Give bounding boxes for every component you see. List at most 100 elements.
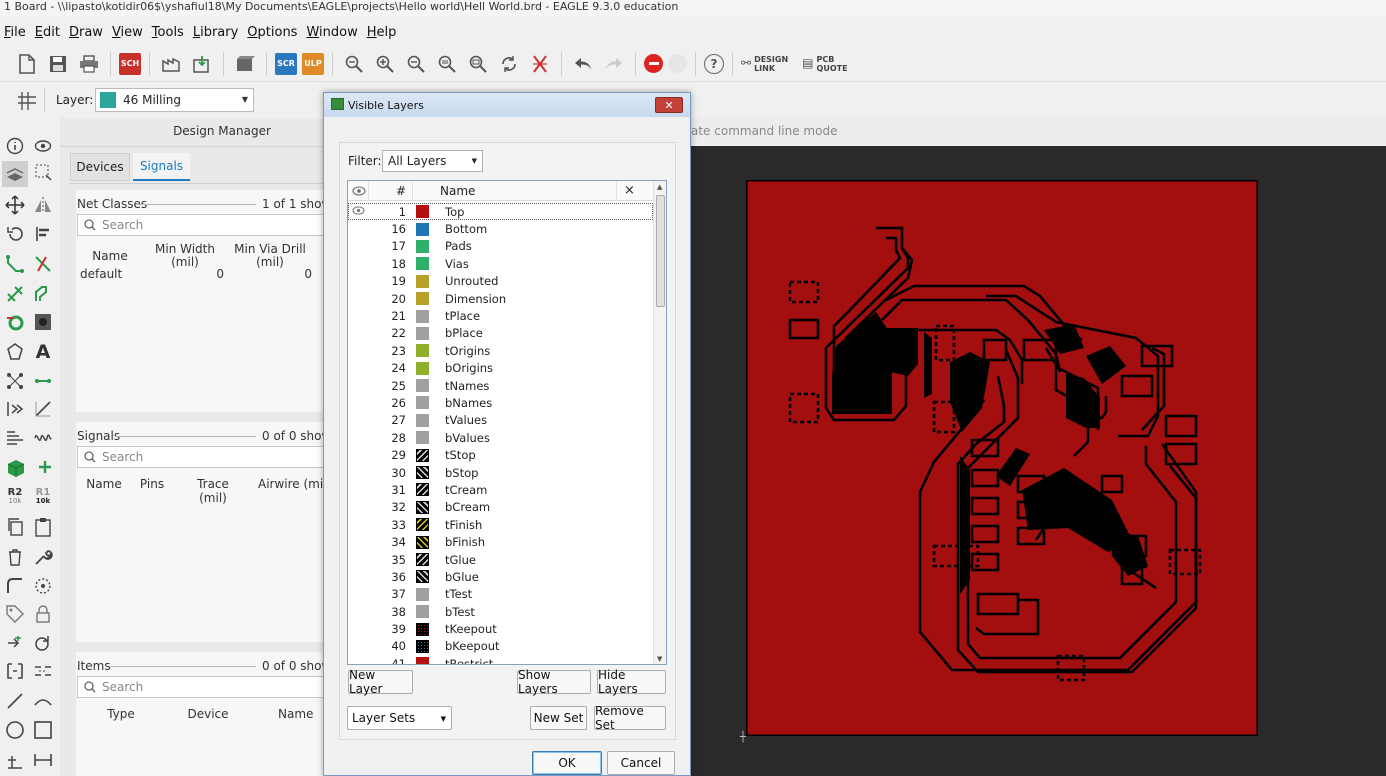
layer-row[interactable]: 41 tRestrict — [348, 655, 653, 664]
line-icon[interactable] — [32, 398, 54, 420]
net-classes-search[interactable]: Search — [77, 214, 324, 236]
new-set-button[interactable]: New Set — [530, 706, 587, 730]
replace-icon[interactable] — [32, 632, 54, 654]
tab-devices[interactable]: Devices — [70, 153, 130, 181]
column-header-trace[interactable]: Trace (mil) — [182, 477, 244, 505]
optimize-icon[interactable] — [4, 632, 26, 654]
tag-icon[interactable] — [4, 603, 26, 625]
save-icon[interactable] — [45, 51, 71, 77]
layer-color-swatch[interactable] — [416, 396, 429, 410]
dimension-icon[interactable] — [32, 660, 54, 682]
layer-color-swatch[interactable] — [416, 518, 429, 532]
menu-edit[interactable]: Edit — [31, 25, 65, 40]
layer-color-swatch[interactable] — [416, 205, 429, 219]
cam-processor-icon[interactable] — [158, 51, 184, 77]
layer-color-swatch[interactable] — [416, 466, 429, 480]
layer-color-swatch[interactable] — [416, 222, 429, 236]
arc-icon[interactable] — [32, 690, 54, 712]
column-header-pins[interactable]: Pins — [138, 477, 166, 491]
new-file-icon[interactable] — [14, 51, 40, 77]
split-icon[interactable] — [32, 575, 54, 597]
group-icon[interactable] — [4, 660, 26, 682]
scroll-up-icon[interactable]: ▲ — [657, 183, 662, 191]
stop-icon[interactable] — [644, 54, 663, 73]
draw-line-icon[interactable] — [4, 690, 26, 712]
column-header-delete[interactable]: × — [624, 183, 635, 198]
manufacturing-icon[interactable] — [189, 51, 215, 77]
delete-icon[interactable] — [4, 546, 26, 568]
meander-icon[interactable] — [32, 283, 54, 305]
add-part-icon[interactable] — [4, 456, 26, 478]
layer-row[interactable]: 20 Dimension — [348, 290, 653, 307]
info-icon[interactable] — [4, 135, 26, 157]
layer-color-swatch[interactable] — [416, 587, 429, 601]
zoom-select-icon[interactable] — [434, 51, 460, 77]
menu-help[interactable]: Help — [363, 25, 402, 40]
layer-row[interactable]: 24 bOrigins — [348, 360, 653, 377]
command-line-input[interactable]: ate command line mode — [691, 118, 1386, 144]
3d-board-icon[interactable] — [232, 51, 258, 77]
layer-color-swatch[interactable] — [416, 257, 429, 271]
mirror-icon[interactable] — [32, 194, 54, 216]
value-icon[interactable]: R2 10k — [4, 486, 26, 508]
autorouter-icon[interactable] — [4, 283, 26, 305]
new-layer-button[interactable]: New Layer — [348, 668, 413, 696]
align-icon[interactable] — [32, 223, 54, 245]
layer-color-swatch[interactable] — [416, 431, 429, 445]
column-header-min-width[interactable]: Min Width (mil) — [150, 243, 220, 269]
paste-icon[interactable] — [32, 516, 54, 538]
wire-icon[interactable] — [32, 370, 54, 392]
rectangle-icon[interactable] — [32, 719, 54, 741]
layer-row[interactable]: 29 tStop — [348, 446, 653, 463]
lock-icon[interactable] — [32, 603, 54, 625]
design-link-button[interactable]: ⚯ DESIGN LINK — [741, 55, 788, 73]
pcb-quote-button[interactable]: ▤ PCB QUOTE — [802, 55, 847, 73]
miter-icon[interactable] — [4, 575, 26, 597]
ripup-icon[interactable] — [32, 253, 54, 275]
layer-color-swatch[interactable] — [416, 570, 429, 584]
print-icon[interactable] — [76, 51, 102, 77]
layer-sets-select[interactable]: Layer Sets ▼ — [347, 706, 452, 730]
filter-select[interactable]: All Layers ▼ — [382, 150, 483, 172]
circle-icon[interactable] — [4, 719, 26, 741]
visibility-eye-icon[interactable] — [348, 206, 368, 218]
layer-row[interactable]: 26 bNames — [348, 394, 653, 411]
layer-row[interactable]: 16 Bottom — [348, 220, 653, 237]
ok-button[interactable]: OK — [532, 751, 602, 775]
measure-icon[interactable] — [32, 749, 54, 771]
layer-color-swatch[interactable] — [416, 413, 429, 427]
layer-color-swatch[interactable] — [416, 361, 429, 375]
rotate-icon[interactable] — [4, 223, 26, 245]
column-header-min-via-drill[interactable]: Min Via Drill (mil) — [232, 243, 308, 269]
hide-layers-button[interactable]: Hide Layers — [597, 668, 666, 696]
layer-row[interactable]: 32 bCream — [348, 499, 653, 516]
layer-color-swatch[interactable] — [416, 239, 429, 253]
name-icon[interactable]: R1 10k — [32, 486, 54, 508]
zoom-in-icon[interactable] — [372, 51, 398, 77]
via-icon[interactable] — [4, 311, 26, 333]
layer-select[interactable]: 46 Milling ▼ — [95, 88, 254, 112]
schematic-button[interactable]: SCH — [119, 52, 141, 75]
layer-color-swatch[interactable] — [416, 274, 429, 288]
layer-row[interactable]: 28 bValues — [348, 429, 653, 446]
layer-row[interactable]: 1 Top — [348, 203, 653, 221]
grid-icon[interactable] — [16, 90, 40, 112]
signal-icon[interactable] — [4, 370, 26, 392]
column-header-airwire[interactable]: Airwire (mil) — [258, 477, 331, 491]
add-signal-icon[interactable] — [32, 456, 54, 478]
text-icon[interactable]: A — [32, 341, 54, 363]
layer-color-swatch[interactable] — [416, 622, 429, 636]
column-header-name[interactable]: Name — [85, 249, 135, 263]
layer-color-swatch[interactable] — [416, 657, 429, 664]
polygon-icon[interactable] — [4, 341, 26, 363]
layer-row[interactable]: 38 bTest — [348, 603, 653, 620]
menu-library[interactable]: Library — [189, 25, 243, 40]
layer-color-swatch[interactable] — [416, 379, 429, 393]
redraw-icon[interactable] — [496, 51, 522, 77]
layer-row[interactable]: 23 tOrigins — [348, 342, 653, 359]
script-button[interactable]: SCR — [275, 52, 297, 75]
layer-color-swatch[interactable] — [416, 500, 429, 514]
layer-row[interactable]: 35 tGlue — [348, 551, 653, 568]
menu-file[interactable]: File — [0, 25, 31, 40]
help-icon[interactable]: ? — [704, 53, 724, 74]
